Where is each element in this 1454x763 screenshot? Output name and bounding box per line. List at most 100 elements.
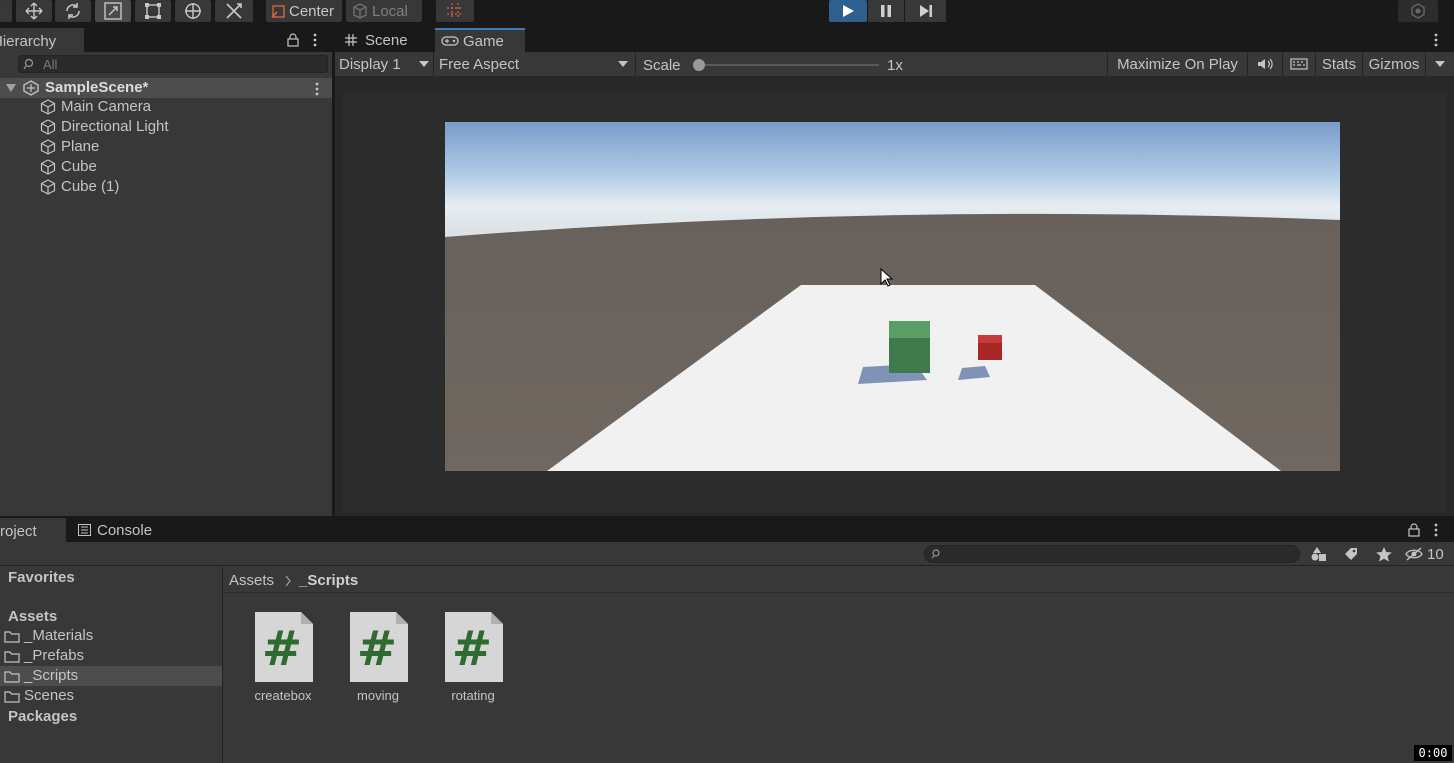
gamepad-icon <box>441 36 459 46</box>
scale-slider-thumb[interactable] <box>693 59 705 71</box>
pivot-label: Center <box>289 2 335 20</box>
snap-button[interactable] <box>436 0 474 22</box>
mouse-cursor-icon <box>880 268 894 287</box>
project-search-input[interactable] <box>924 545 1300 563</box>
kebab-menu-icon[interactable] <box>312 32 318 48</box>
pivot-icon <box>271 5 285 18</box>
tab-game[interactable]: Game <box>435 28 525 52</box>
tab-game-label: Game <box>463 32 504 50</box>
folder-label: _Materials <box>24 627 94 644</box>
folder-icon <box>4 631 20 643</box>
scene-kebab-icon[interactable] <box>314 81 320 97</box>
view-tool-button[interactable] <box>0 0 12 22</box>
pivot-center-toggle[interactable]: Center <box>266 0 342 22</box>
folder-materials[interactable]: _Materials <box>0 626 222 646</box>
scale-icon <box>104 2 122 20</box>
project-panel: Project Console 10 Favorites Assets <box>0 518 1454 763</box>
breadcrumb-assets[interactable]: Assets <box>229 572 274 589</box>
grid-snap-icon <box>447 3 463 19</box>
eye-hidden-icon <box>1405 547 1423 561</box>
scale-slider-track[interactable] <box>697 64 879 66</box>
keyboard-icon <box>1290 58 1308 70</box>
gizmos-dropdown[interactable] <box>1426 52 1454 76</box>
packages-root[interactable]: Packages <box>8 708 77 725</box>
folder-scripts[interactable]: _Scripts <box>0 666 222 686</box>
hierarchy-item-label: Main Camera <box>61 98 152 115</box>
tools-icon <box>226 3 242 19</box>
stats-toggle[interactable]: Stats <box>1316 52 1362 76</box>
folder-label: _Prefabs <box>24 647 85 664</box>
filter-by-label-button[interactable] <box>1337 542 1365 566</box>
hierarchy-item-directional-light[interactable]: Directional Light <box>0 117 330 137</box>
cloud-button[interactable] <box>1398 0 1438 22</box>
script-asset-createbox[interactable]: # createbox <box>238 612 328 703</box>
script-asset-moving[interactable]: # moving <box>333 612 423 703</box>
custom-tool-button[interactable] <box>215 0 253 22</box>
aspect-label: Free Aspect <box>439 55 520 73</box>
scale-tool-button[interactable] <box>95 0 131 22</box>
game-view-area[interactable] <box>343 92 1446 512</box>
gizmos-toggle[interactable]: Gizmos <box>1363 52 1425 76</box>
green-cube <box>889 321 930 373</box>
svg-text:#: # <box>262 621 302 677</box>
pause-button[interactable] <box>868 0 904 22</box>
save-search-button[interactable] <box>1370 542 1398 566</box>
csharp-script-icon: # <box>255 612 313 682</box>
chevron-right-icon <box>285 576 291 586</box>
filter-by-type-button[interactable] <box>1305 542 1333 566</box>
play-button[interactable] <box>829 0 867 22</box>
display-dropdown[interactable]: Display 1 <box>335 52 433 76</box>
pivot-space-toggle[interactable]: Local <box>346 0 422 22</box>
hierarchy-item-label: Cube <box>61 158 97 175</box>
rect-tool-button[interactable] <box>135 0 171 22</box>
game-toolbar: Display 1 Free Aspect Scale 1x Maximize … <box>335 52 1454 76</box>
tab-console[interactable]: Console <box>70 518 166 542</box>
folder-scenes[interactable]: Scenes <box>0 686 222 706</box>
transform-tool-button[interactable] <box>175 0 211 22</box>
tab-hierarchy-label: Hierarchy <box>0 32 57 50</box>
chevron-down-icon[interactable] <box>6 84 16 92</box>
scale-label: Scale <box>643 57 681 74</box>
game-render-viewport[interactable] <box>445 122 1340 471</box>
shortcuts-toggle[interactable] <box>1283 52 1315 76</box>
dropdown-arrow-icon <box>1435 61 1445 67</box>
transform-icon <box>185 3 201 19</box>
rotate-tool-button[interactable] <box>55 0 91 22</box>
tab-scene-label: Scene <box>365 31 408 49</box>
maximize-on-play-toggle[interactable]: Maximize On Play <box>1108 52 1247 76</box>
folder-icon <box>4 691 20 703</box>
move-icon <box>25 2 43 20</box>
red-cube <box>978 335 1002 360</box>
aspect-dropdown[interactable]: Free Aspect <box>434 52 634 76</box>
lock-icon[interactable] <box>287 33 299 47</box>
hierarchy-item-cube[interactable]: Cube <box>0 157 330 177</box>
asset-label: createbox <box>254 688 312 703</box>
folder-prefabs[interactable]: _Prefabs <box>0 646 222 666</box>
tab-project-label: Project <box>0 522 37 540</box>
tab-hierarchy[interactable]: Hierarchy <box>0 28 84 52</box>
mute-audio-toggle[interactable] <box>1248 52 1282 76</box>
tab-scene[interactable]: Scene <box>337 28 433 52</box>
hidden-packages-toggle[interactable]: 10 <box>1405 542 1453 566</box>
scene-name: SampleScene* <box>45 79 149 96</box>
project-lock-icon[interactable] <box>1408 523 1420 537</box>
assets-root[interactable]: Assets <box>8 608 57 625</box>
rotate-icon <box>66 3 80 19</box>
hierarchy-search-bar: All <box>0 52 332 76</box>
hierarchy-search-input[interactable]: All <box>18 55 328 73</box>
project-kebab-icon[interactable] <box>1433 522 1439 538</box>
step-button[interactable] <box>905 0 946 22</box>
space-label: Local <box>372 2 408 20</box>
gizmos-label: Gizmos <box>1368 55 1420 73</box>
script-asset-rotating[interactable]: # rotating <box>428 612 518 703</box>
tab-project[interactable]: Project <box>0 518 66 542</box>
favorites-header[interactable]: Favorites <box>8 569 75 586</box>
hierarchy-item-cube-1[interactable]: Cube (1) <box>0 177 330 197</box>
project-folder-tree: Favorites Assets _Materials _Prefabs _Sc… <box>0 567 223 763</box>
scene-header-row[interactable]: SampleScene* <box>0 78 332 98</box>
hierarchy-item-main-camera[interactable]: Main Camera <box>0 97 330 117</box>
view-tabbar: Scene Game <box>335 28 1454 52</box>
move-tool-button[interactable] <box>16 0 52 22</box>
hierarchy-item-plane[interactable]: Plane <box>0 137 330 157</box>
view-kebab-icon[interactable] <box>1433 32 1439 48</box>
